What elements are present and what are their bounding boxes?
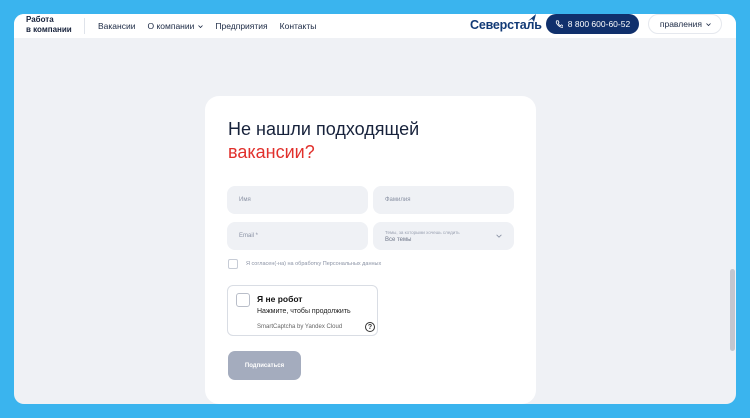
captcha-subtitle: Нажмите, чтобы продолжить: [257, 308, 351, 315]
form-title: Не нашли подходящей вакансии?: [228, 118, 419, 164]
email-placeholder: Email *: [239, 233, 259, 239]
captcha-checkbox[interactable]: [236, 293, 250, 307]
brand-line-2: в компании: [26, 25, 72, 34]
form-title-line-1: Не нашли подходящей: [228, 119, 420, 139]
directions-label: правления: [659, 19, 702, 29]
last-name-placeholder: Фамилия: [385, 197, 411, 203]
brand-divider: [84, 18, 85, 34]
phone-button[interactable]: 8 800 600-60-52: [546, 14, 639, 34]
chevron-down-icon: [706, 22, 711, 26]
logo-mark-icon: [528, 14, 536, 22]
chevron-down-icon: [198, 24, 204, 28]
consent-checkbox[interactable]: [228, 259, 238, 269]
consent-label: Я согласен(-на) на обработку Персональны…: [246, 261, 382, 267]
topics-label: Темы, за которыми хочешь следить: [385, 229, 460, 235]
last-name-field[interactable]: Фамилия: [373, 186, 514, 214]
nav-item-label: О компании: [147, 21, 195, 31]
topics-value: Все темы: [385, 236, 412, 243]
nav-item-label: Вакансии: [98, 21, 136, 31]
nav-item-label: Контакты: [279, 21, 317, 31]
first-name-field[interactable]: Имя: [227, 186, 368, 214]
subscribe-button[interactable]: Подписаться: [228, 351, 301, 380]
email-field[interactable]: Email *: [227, 222, 368, 250]
phone-number: 8 800 600-60-52: [567, 19, 631, 29]
nav-item-enterprises[interactable]: Предприятия: [215, 21, 267, 31]
help-icon[interactable]: ?: [365, 322, 375, 332]
smart-captcha: Я не робот Нажмите, чтобы продолжить Sma…: [227, 285, 378, 336]
captcha-title: Я не робот: [257, 294, 303, 304]
captcha-brand[interactable]: SmartCaptcha by Yandex Cloud: [257, 324, 342, 330]
first-name-placeholder: Имя: [239, 197, 251, 203]
nav-item-contacts[interactable]: Контакты: [280, 21, 317, 31]
consent-row: Я согласен(-на) на обработку Персональны…: [228, 259, 381, 269]
form-title-line-2: вакансии?: [228, 142, 315, 162]
phone-icon: [555, 20, 563, 28]
subscribe-card: Не нашли подходящей вакансии? Имя Фамили…: [205, 96, 536, 404]
topics-select[interactable]: Темы, за которыми хочешь следить Все тем…: [373, 222, 514, 250]
nav-item-vacancies[interactable]: Вакансии: [98, 21, 135, 31]
scrollbar-thumb[interactable]: [730, 269, 735, 351]
nav-item-label: Предприятия: [215, 21, 268, 31]
nav-item-about[interactable]: О компании: [147, 21, 204, 31]
brand-link[interactable]: Работа в компании: [26, 15, 86, 35]
browser-window: Работа в компании Вакансии О компании Пр…: [14, 14, 736, 404]
brand-line-1: Работа: [26, 15, 54, 24]
chevron-down-icon: [496, 234, 502, 238]
site-header: Работа в компании Вакансии О компании Пр…: [14, 14, 736, 38]
directions-dropdown[interactable]: правления: [648, 14, 722, 34]
main-nav: Вакансии О компании Предприятия Контакты: [98, 14, 328, 38]
